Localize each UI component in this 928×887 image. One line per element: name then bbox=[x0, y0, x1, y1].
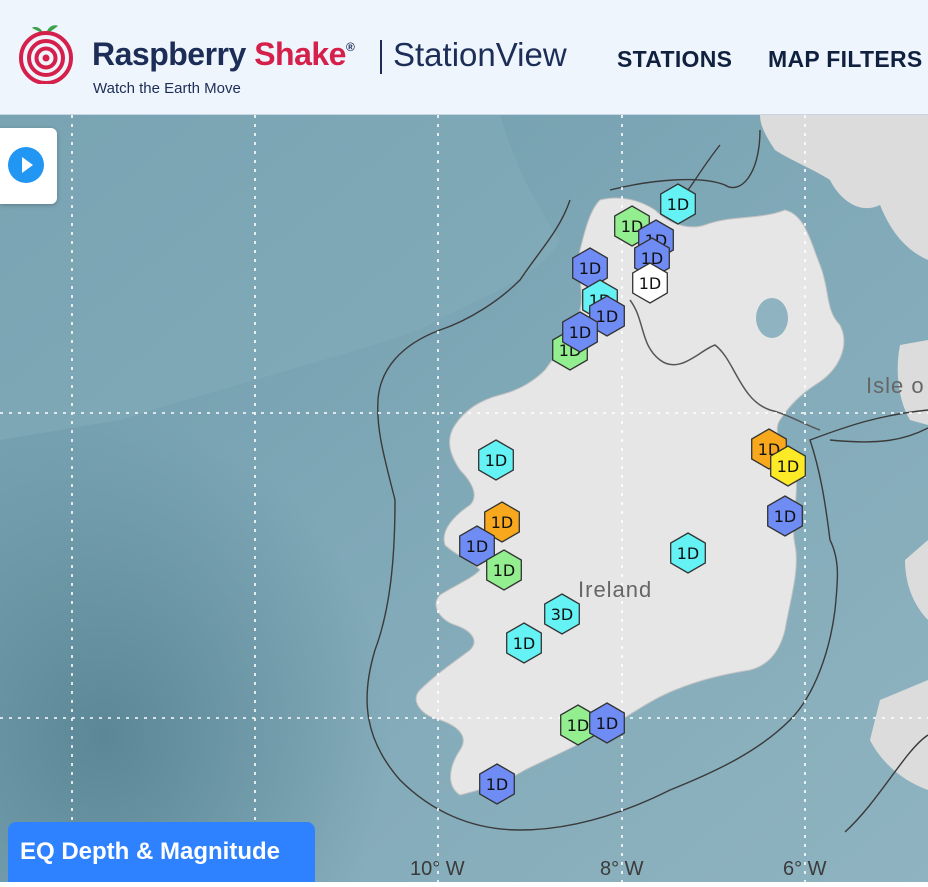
brand-name[interactable]: Raspberry Shake® bbox=[92, 36, 355, 73]
nav-stations[interactable]: STATIONS bbox=[617, 46, 732, 73]
station-label: 1D bbox=[596, 307, 619, 326]
station-label: 1D bbox=[491, 513, 514, 532]
lough-neagh bbox=[756, 298, 788, 338]
map-svg: 1D1D1D1D1D1D1D1D1D1D1D1D1D1D3D1D1D1D1D1D… bbox=[0, 115, 928, 882]
station-label: 1D bbox=[774, 507, 797, 526]
station-label: 1D bbox=[777, 457, 800, 476]
tagline: Watch the Earth Move bbox=[93, 80, 241, 97]
station-label: 1D bbox=[486, 775, 509, 794]
station-label: 1D bbox=[667, 195, 690, 214]
station-label: 1D bbox=[639, 274, 662, 293]
station-label: 1D bbox=[485, 451, 508, 470]
nav-map-filters[interactable]: MAP FILTERS bbox=[768, 46, 923, 73]
header-divider bbox=[380, 40, 382, 74]
longitude-label-10w: 10° W bbox=[410, 858, 465, 880]
station-label: 1D bbox=[579, 259, 602, 278]
brand-name-part2: Shake bbox=[254, 36, 346, 72]
station-label: 1D bbox=[466, 537, 489, 556]
station-label: 1D bbox=[493, 561, 516, 580]
eq-depth-magnitude-button[interactable]: EQ Depth & Magnitude bbox=[8, 822, 315, 882]
station-label: 1D bbox=[513, 634, 536, 653]
station-label: 1D bbox=[567, 716, 590, 735]
app-header: Raspberry Shake® StationView Watch the E… bbox=[0, 0, 928, 115]
registered-mark: ® bbox=[345, 40, 355, 54]
country-label: Ireland bbox=[578, 577, 653, 602]
play-icon bbox=[8, 147, 44, 183]
station-label: 3D bbox=[551, 605, 574, 624]
station-label: 1D bbox=[677, 544, 700, 563]
product-name: StationView bbox=[393, 36, 567, 73]
isle-label: Isle o bbox=[866, 373, 925, 398]
raspberry-shake-logo-icon[interactable] bbox=[18, 22, 74, 84]
station-label: 1D bbox=[569, 323, 592, 342]
longitude-label-6w: 6° W bbox=[783, 858, 827, 880]
longitude-label-8w: 8° W bbox=[600, 858, 644, 880]
station-label: 1D bbox=[596, 714, 619, 733]
sidebar-toggle-button[interactable] bbox=[0, 128, 57, 204]
brand-name-part1: Raspberry bbox=[92, 36, 246, 72]
map-canvas[interactable]: 1D1D1D1D1D1D1D1D1D1D1D1D1D1D3D1D1D1D1D1D… bbox=[0, 115, 928, 882]
